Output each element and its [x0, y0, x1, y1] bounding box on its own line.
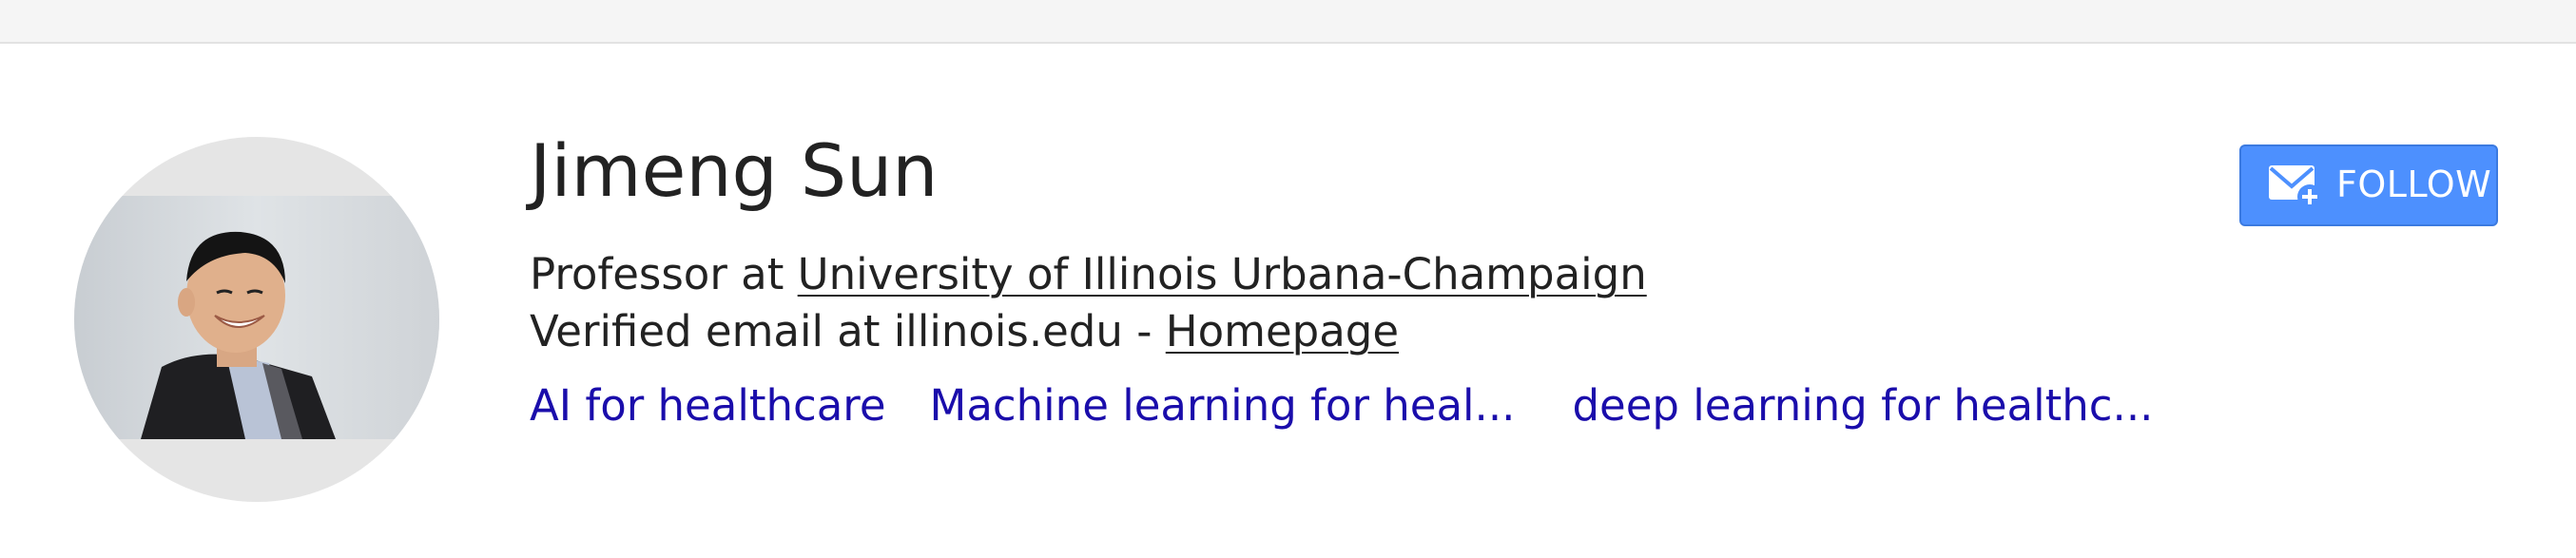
email-line: Verified email at illinois.edu - Homepag…: [530, 310, 1399, 353]
interest-link[interactable]: Machine learning for heal...: [930, 380, 1516, 431]
profile-name: Jimeng Sun: [530, 128, 939, 213]
email-text: Verified email at illinois.edu -: [530, 306, 1166, 356]
affiliation-line: Professor at University of Illinois Urba…: [530, 253, 1647, 296]
affiliation-prefix: Professor at: [530, 249, 798, 299]
interest-link[interactable]: deep learning for healthc...: [1572, 380, 2153, 431]
mail-plus-icon: [2269, 165, 2322, 209]
top-bar: [0, 0, 2576, 44]
homepage-link[interactable]: Homepage: [1166, 306, 1399, 356]
profile-photo: [74, 196, 439, 439]
avatar: [74, 137, 439, 502]
follow-button[interactable]: FOLLOW: [2239, 144, 2498, 226]
interest-link[interactable]: AI for healthcare: [530, 380, 886, 431]
interests-list: AI for healthcare Machine learning for he…: [530, 384, 2197, 427]
follow-label: FOLLOW: [2336, 164, 2492, 205]
affiliation-link[interactable]: University of Illinois Urbana-Champaign: [798, 249, 1647, 299]
